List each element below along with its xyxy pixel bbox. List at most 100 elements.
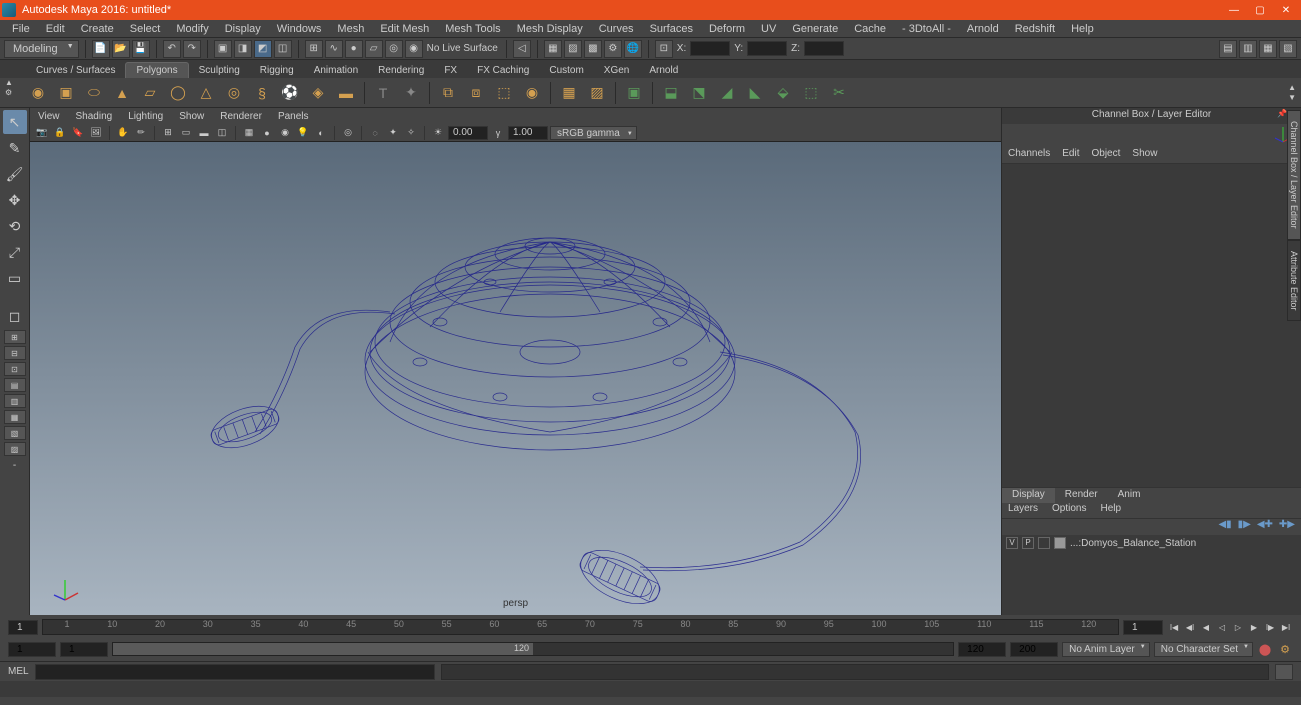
poly-prism-icon[interactable]: ▬ [334,81,358,105]
range-start-anim-field[interactable] [60,642,108,657]
shadows-icon[interactable]: ◐ [313,125,329,141]
step-forward-key-icon[interactable]: I▶ [1263,620,1277,634]
viewport-3d[interactable]: persp [30,142,1001,615]
2d-pan-icon[interactable]: ✋ [115,125,131,141]
shelf-tab-arnold[interactable]: Arnold [639,63,688,78]
step-forward-icon[interactable]: ▶ [1247,620,1261,634]
select-type-icon[interactable]: ◫ [274,40,292,58]
shaded-icon[interactable]: ● [259,125,275,141]
layer-tab-anim[interactable]: Anim [1108,488,1151,503]
maximize-button[interactable]: ▢ [1247,0,1273,20]
collapse-toolbox-icon[interactable]: - [13,460,16,471]
xray-icon[interactable]: ◌ [367,125,383,141]
time-start-visible[interactable]: 1 [8,620,38,635]
pin-icon[interactable]: 📌 [1277,109,1287,118]
lock-camera-icon[interactable]: 🔒 [52,125,68,141]
xray-active-icon[interactable]: ✧ [403,125,419,141]
exposure-icon[interactable]: ☀ [430,125,446,141]
poly-type-icon[interactable]: T [371,81,395,105]
view-layout5-icon[interactable]: ▦ [4,410,26,424]
prefs-icon[interactable]: ⚙ [1277,641,1293,657]
mirror-icon[interactable]: ▦ [557,81,581,105]
bevel-icon[interactable]: ◢ [715,81,739,105]
view-layout3-icon[interactable]: ▤ [4,378,26,392]
shelf-tab-fx[interactable]: FX [434,63,467,78]
shelf-tab-rigging[interactable]: Rigging [250,63,304,78]
layer-color-swatch[interactable] [1054,537,1066,549]
append-icon[interactable]: ⬔ [687,81,711,105]
side-tab-channelbox[interactable]: Channel Box / Layer Editor [1287,110,1301,240]
layer-new-icon[interactable]: ✚▶ [1279,519,1295,535]
view-menu-shading[interactable]: Shading [76,111,113,122]
shelf-tab-rendering[interactable]: Rendering [368,63,434,78]
separate-icon[interactable]: ⧈ [464,81,488,105]
grease-icon[interactable]: ✏ [133,125,149,141]
combine-icon[interactable]: ⧉ [436,81,460,105]
poly-helix-icon[interactable]: § [250,81,274,105]
select-hierarchy-icon[interactable]: ▣ [214,40,232,58]
textured-icon[interactable]: ◉ [277,125,293,141]
view-menu-show[interactable]: Show [179,111,204,122]
menu-deform[interactable]: Deform [701,21,753,37]
shelf-scroll-down-icon[interactable]: ▼ [1288,93,1296,103]
workspace-dropdown[interactable]: Modeling [4,40,79,58]
autokey-icon[interactable]: ⬤ [1257,641,1273,657]
select-component-icon[interactable]: ◩ [254,40,272,58]
menu-surfaces[interactable]: Surfaces [642,21,701,37]
command-input[interactable] [35,664,435,680]
redo-icon[interactable]: ↷ [183,40,201,58]
anim-layer-dropdown[interactable]: No Anim Layer [1062,642,1150,657]
channel-body[interactable] [1002,164,1301,487]
layout-1-icon[interactable]: ▤ [1219,40,1237,58]
shelf-menu-icon[interactable]: ⚙ [5,88,13,98]
paint-tool-icon[interactable]: 🖌 [3,162,27,186]
range-track[interactable]: 120 [112,642,954,656]
poly-pyramid-icon[interactable]: △ [194,81,218,105]
snap-surface-icon[interactable]: ◎ [385,40,403,58]
extrude-icon[interactable]: ▣ [622,81,646,105]
gamma-icon[interactable]: γ [490,125,506,141]
time-track[interactable]: 1 10 20 30 35 40 45 50 55 60 65 70 75 80… [42,619,1119,635]
play-forward-icon[interactable]: ▷ [1231,620,1245,634]
image-plane-icon[interactable]: 🖼 [88,125,104,141]
character-set-dropdown[interactable]: No Character Set [1154,642,1253,657]
exposure-field[interactable] [448,126,488,140]
view-menu-panels[interactable]: Panels [278,111,309,122]
view-layout2-icon[interactable]: ⊡ [4,362,26,376]
layer-type-box[interactable] [1038,537,1050,549]
ch-menu-edit[interactable]: Edit [1062,148,1079,163]
view-layout4-icon[interactable]: ▥ [4,394,26,408]
lights-icon[interactable]: 💡 [295,125,311,141]
current-frame-field[interactable]: 1 [1123,620,1163,635]
close-button[interactable]: ✕ [1273,0,1299,20]
layer-tab-render[interactable]: Render [1055,488,1108,503]
poly-cube-icon[interactable]: ▣ [54,81,78,105]
x-field[interactable] [690,41,730,56]
poly-svg-icon[interactable]: ✦ [399,81,423,105]
layout-3-icon[interactable]: ▦ [1259,40,1277,58]
goto-end-icon[interactable]: ▶I [1279,620,1293,634]
fill-hole-icon[interactable]: ◣ [743,81,767,105]
connect-icon[interactable]: ⬚ [799,81,823,105]
range-handle[interactable]: 120 [113,643,533,655]
layer-visibility-toggle[interactable]: V [1006,537,1018,549]
play-back-icon[interactable]: ◁ [1215,620,1229,634]
layer-tab-display[interactable]: Display [1002,488,1055,503]
xray-joints-icon[interactable]: ✦ [385,125,401,141]
poly-cone-icon[interactable]: ▲ [110,81,134,105]
smooth-icon[interactable]: ◉ [520,81,544,105]
subdiv-icon[interactable]: ▨ [585,81,609,105]
z-field[interactable] [804,41,844,56]
extract-icon[interactable]: ⬚ [492,81,516,105]
ch-menu-show[interactable]: Show [1132,148,1157,163]
step-back-icon[interactable]: ◀ [1199,620,1213,634]
shelf-tab-custom[interactable]: Custom [539,63,593,78]
shelf-tab-animation[interactable]: Animation [304,63,368,78]
script-lang-label[interactable]: MEL [8,666,29,677]
menu-edit-mesh[interactable]: Edit Mesh [372,21,437,37]
render-globe-icon[interactable]: 🌐 [624,40,642,58]
view-single-icon[interactable]: ◻ [3,304,27,328]
render-globals-icon[interactable]: ⚙ [604,40,622,58]
menu-cache[interactable]: Cache [846,21,894,37]
layer-move-down-icon[interactable]: ▮▶ [1238,519,1251,535]
